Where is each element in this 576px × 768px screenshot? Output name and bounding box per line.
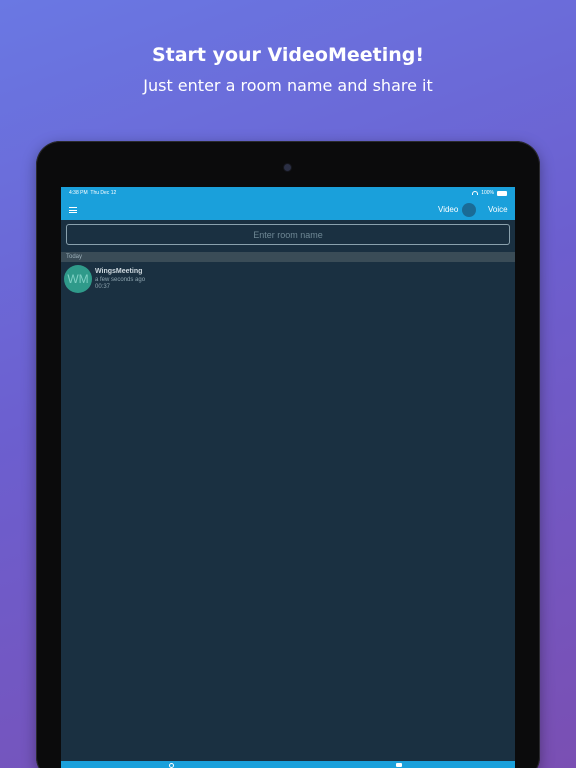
status-bar: 4:38 PM Thu Dec 12 100% bbox=[61, 187, 515, 199]
promo-headline: Start your VideoMeeting! bbox=[151, 44, 425, 66]
room-name-input[interactable] bbox=[66, 224, 510, 245]
calendar-tab-icon[interactable] bbox=[396, 763, 402, 767]
avatar: WM bbox=[64, 265, 92, 293]
video-voice-toggle[interactable] bbox=[462, 203, 476, 217]
video-mode-label[interactable]: Video bbox=[438, 205, 458, 214]
meeting-duration: 00:37 bbox=[95, 284, 111, 290]
meeting-time-ago: a few seconds ago bbox=[95, 277, 146, 283]
camera-dot bbox=[284, 164, 291, 171]
navigation-bar: Video Voice bbox=[61, 199, 515, 220]
list-item[interactable]: WM WingsMeeting a few seconds ago 00:37 bbox=[61, 263, 515, 297]
battery-percent: 100% bbox=[481, 190, 494, 196]
promo-subline: Just enter a room name and share it bbox=[143, 76, 433, 95]
voice-mode-label[interactable]: Voice bbox=[488, 205, 508, 214]
meeting-title: WingsMeeting bbox=[95, 268, 143, 275]
history-tab-icon[interactable] bbox=[169, 763, 174, 768]
app-screen: 4:38 PM Thu Dec 12 100% Video Voice Toda… bbox=[61, 187, 515, 768]
status-time: 4:38 PM bbox=[69, 190, 88, 196]
battery-icon bbox=[497, 190, 507, 196]
status-date: Thu Dec 12 bbox=[90, 190, 117, 196]
section-header-today: Today bbox=[61, 252, 515, 262]
hamburger-menu-icon[interactable] bbox=[69, 207, 77, 213]
wifi-icon bbox=[472, 191, 479, 195]
tab-bar bbox=[61, 761, 515, 768]
